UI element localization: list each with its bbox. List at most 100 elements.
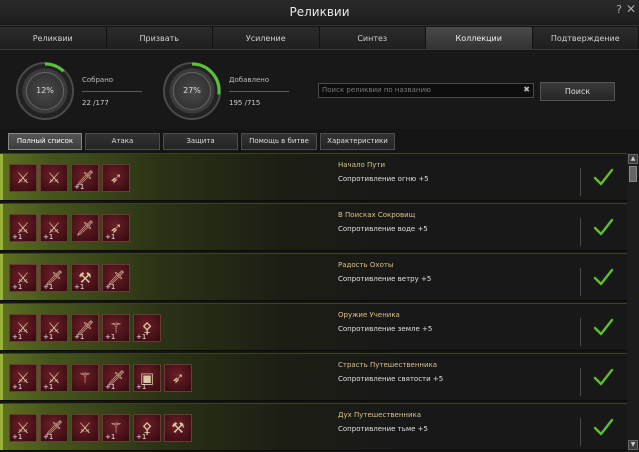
relic-slots: ⚔ ⚔ 🗡 +1 ➶ — [9, 164, 130, 192]
row-divider — [580, 368, 581, 396]
added-progress-ring: 27% — [163, 62, 221, 120]
collected-divider — [82, 91, 142, 92]
relic-slot[interactable]: ⚔ +1 — [9, 414, 37, 442]
scroll-down-icon[interactable]: ▼ — [628, 440, 638, 450]
relic-slot[interactable]: ⚒ +1 — [71, 264, 99, 292]
collected-progress-ring: 12% — [16, 62, 74, 120]
relic-slot[interactable]: ⚔ +1 — [40, 364, 68, 392]
scroll-up-icon[interactable]: ▲ — [628, 154, 638, 164]
collection-row[interactable]: ⚔ +1 ⚔ +1 🗡 ➶ +1 В Поисках Сокровищ Сопротивлени… — [0, 203, 627, 251]
relic-slot[interactable]: 🗡 +1 — [40, 264, 68, 292]
relic-slot[interactable]: ⚚ +1 — [102, 314, 130, 342]
crossed-swords-icon: ⚔ — [47, 169, 61, 187]
tab-summon[interactable]: Призвать — [106, 27, 213, 49]
relic-slot[interactable]: 🗡 +1 — [40, 414, 68, 442]
relic-slot[interactable]: ➶ +1 — [102, 214, 130, 242]
title-bar: Реликвии ? ✕ — [0, 0, 639, 26]
row-divider — [580, 318, 581, 346]
row-divider — [580, 168, 581, 196]
relic-slot[interactable]: ⚔ — [9, 164, 37, 192]
enhance-level: +1 — [43, 383, 54, 391]
relic-slot[interactable]: ⚔ +1 — [40, 214, 68, 242]
tab-relics[interactable]: Реликвии — [0, 27, 107, 49]
scroll-thumb[interactable] — [629, 166, 637, 182]
relic-slot[interactable]: ⚔ +1 — [9, 214, 37, 242]
crossed-swords-icon: ⚔ — [78, 419, 92, 437]
relic-slot[interactable]: 🗡 — [71, 214, 99, 242]
window-title: Реликвии — [289, 5, 350, 19]
enhance-level: +1 — [74, 183, 85, 191]
dagger-icon: 🗡 — [75, 219, 95, 237]
enhance-level: +1 — [12, 383, 23, 391]
relic-slots: ⚔ +1 ⚔ +1 ⚚ 🗡 +1 ▣ +1 ➶ — [9, 364, 192, 392]
scrollbar[interactable]: ▲ ▼ — [627, 153, 639, 452]
tab-confirmation[interactable]: Подтверждение — [532, 27, 639, 49]
enhance-level: +1 — [105, 333, 116, 341]
relic-slot[interactable]: ➶ — [102, 164, 130, 192]
enhance-level: +1 — [43, 433, 54, 441]
search-input[interactable]: Поиск реликвии по названию ✖ — [318, 83, 534, 98]
filter-defense[interactable]: Защита — [163, 133, 238, 150]
relic-slot[interactable]: 🗡 +1 — [102, 364, 130, 392]
filter-battle-help[interactable]: Помощь в битве — [241, 133, 317, 150]
relic-slot[interactable]: ⚔ +1 — [9, 264, 37, 292]
relic-slots: ⚔ +1 🗡 +1 ⚔ ⚚ +1 ⚴ +1 ⚒ — [9, 414, 192, 442]
tab-enhance[interactable]: Усиление — [213, 27, 320, 49]
enhance-level: +1 — [12, 333, 23, 341]
relic-slot[interactable]: ➶ — [164, 364, 192, 392]
relic-slot[interactable]: ⚚ +1 — [102, 414, 130, 442]
filter-attack[interactable]: Атака — [85, 133, 160, 150]
filter-stats[interactable]: Характеристики — [320, 133, 395, 150]
added-count: 195 /715 — [229, 99, 261, 107]
relic-slot[interactable]: ⚔ +1 — [40, 314, 68, 342]
checkmark-icon — [592, 216, 614, 240]
collection-row[interactable]: ⚔ +1 🗡 +1 ⚔ ⚚ +1 ⚴ +1 ⚒ Дух Путешественника Сопроти… — [0, 403, 627, 451]
relic-slot[interactable]: ⚔ +1 — [9, 364, 37, 392]
collection-row[interactable]: ⚔ +1 ⚔ +1 🗡 +1 ⚚ +1 ⚴ +1 Оружие Ученика Сопротивлен… — [0, 303, 627, 351]
relic-slot[interactable]: 🗡 +1 — [71, 314, 99, 342]
mace-icon: ⚚ — [78, 369, 92, 387]
help-icon[interactable]: ? — [616, 3, 622, 16]
tab-synthesis[interactable]: Синтез — [319, 27, 426, 49]
row-divider — [580, 418, 581, 446]
collection-row[interactable]: ⚔ +1 🗡 +1 ⚒ +1 🗡 +1 Радость Охоты Сопротивление в… — [0, 253, 627, 301]
enhance-level: +1 — [74, 283, 85, 291]
tab-collections[interactable]: Коллекции — [426, 27, 533, 49]
search-placeholder: Поиск реликвии по названию — [322, 86, 431, 94]
relic-slot[interactable]: 🗡 +1 — [102, 264, 130, 292]
relic-slot[interactable]: ▣ +1 — [133, 364, 161, 392]
collection-name: Начало Пути — [338, 161, 385, 169]
collection-row[interactable]: ⚔ ⚔ 🗡 +1 ➶ Начало Пути Сопротивление огню +5 — [0, 153, 627, 201]
relic-slot[interactable]: 🗡 +1 — [71, 164, 99, 192]
added-percent: 27% — [173, 72, 211, 110]
enhance-level: +1 — [12, 233, 23, 241]
relic-slot[interactable]: ⚴ +1 — [133, 414, 161, 442]
filter-full-list[interactable]: Полный список — [8, 133, 82, 150]
checkmark-icon — [592, 366, 614, 390]
checkmark-icon — [592, 316, 614, 340]
collection-name: В Поисках Сокровищ — [338, 211, 416, 219]
search-button[interactable]: Поиск — [540, 82, 615, 101]
row-divider — [580, 268, 581, 296]
sword-icon: ⚔ — [16, 169, 30, 187]
collection-bonus: Сопротивление земле +5 — [338, 325, 433, 333]
checkmark-icon — [592, 266, 614, 290]
relic-slots: ⚔ +1 ⚔ +1 🗡 +1 ⚚ +1 ⚴ +1 — [9, 314, 161, 342]
relic-slot[interactable]: ⚔ +1 — [9, 314, 37, 342]
enhance-level: +1 — [136, 333, 147, 341]
relic-slot[interactable]: ⚔ — [71, 414, 99, 442]
collection-row[interactable]: ⚔ +1 ⚔ +1 ⚚ 🗡 +1 ▣ +1 ➶ Страсть Путешественника Соп… — [0, 353, 627, 401]
relic-slot[interactable]: ⚔ — [40, 164, 68, 192]
relic-slot[interactable]: ⚴ +1 — [133, 314, 161, 342]
close-icon[interactable]: ✕ — [626, 2, 636, 16]
collection-bonus: Сопротивление ветру +5 — [338, 275, 432, 283]
added-label: Добавлено — [229, 76, 270, 84]
enhance-level: +1 — [105, 433, 116, 441]
relic-slot[interactable]: ⚚ — [71, 364, 99, 392]
collection-name: Дух Путешественника — [338, 411, 422, 419]
relic-slot[interactable]: ⚒ — [164, 414, 192, 442]
enhance-level: +1 — [105, 283, 116, 291]
added-divider — [229, 91, 289, 92]
collected-percent: 12% — [26, 72, 64, 110]
clear-icon[interactable]: ✖ — [523, 85, 530, 94]
